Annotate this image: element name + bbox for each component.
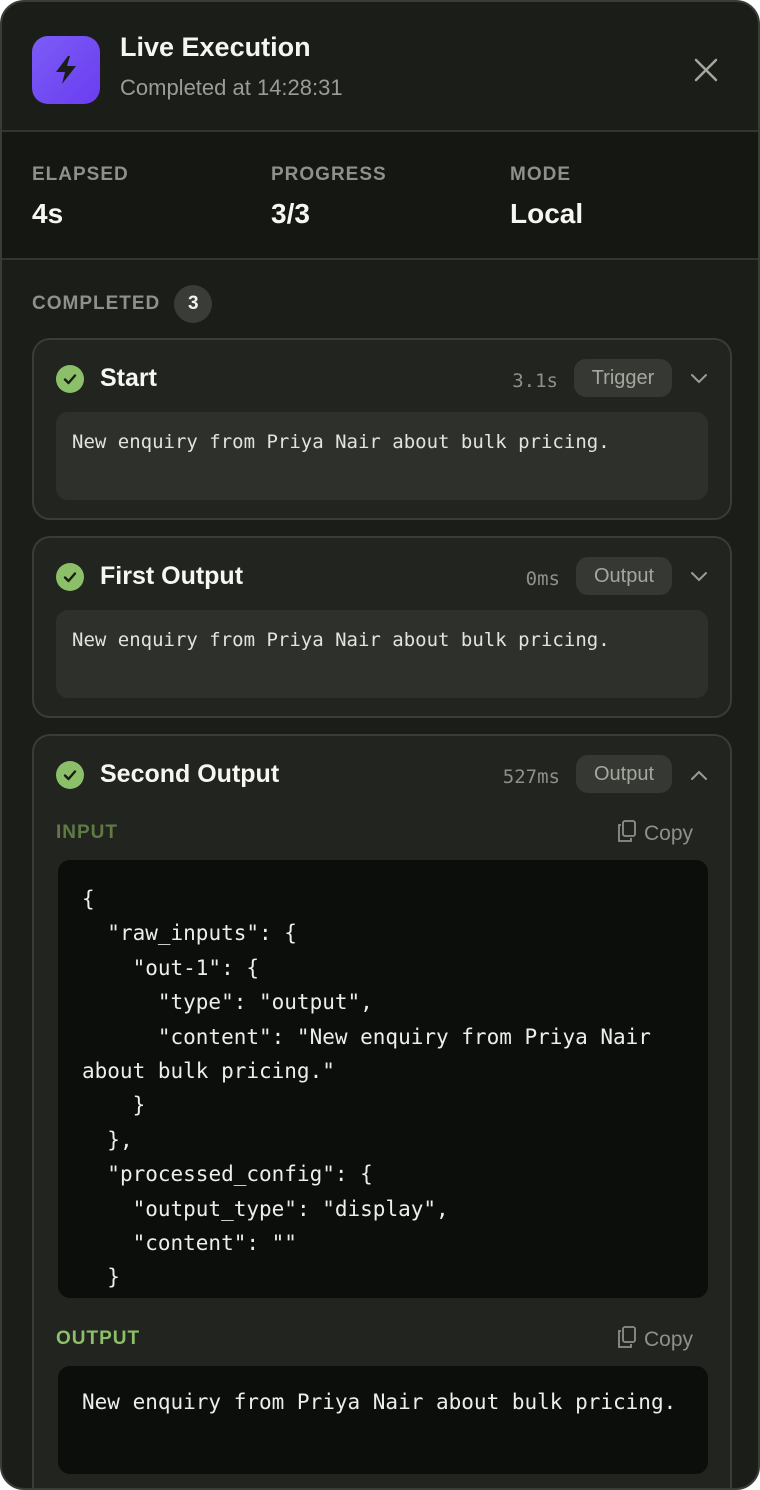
step-preview: New enquiry from Priya Nair about bulk p…	[56, 610, 708, 698]
chevron-down-icon[interactable]	[688, 368, 710, 390]
section-label: COMPLETED	[32, 293, 161, 314]
output-text-block: New enquiry from Priya Nair about bulk p…	[58, 1366, 708, 1474]
chevron-down-icon[interactable]	[688, 566, 710, 588]
completed-count-badge: 3	[174, 285, 213, 323]
copy-label: Copy	[644, 822, 694, 845]
step-duration: 3.1s	[512, 370, 558, 392]
step-preview: New enquiry from Priya Nair about bulk p…	[56, 412, 708, 500]
live-execution-panel: Live Execution Completed at 14:28:31 ELA…	[0, 0, 760, 1490]
check-circle-icon	[56, 761, 84, 789]
step-duration: 527ms	[502, 766, 560, 788]
close-icon[interactable]	[688, 52, 724, 88]
copy-output-button[interactable]: Copy	[618, 1326, 693, 1354]
step-title: Start	[100, 364, 157, 392]
lightning-bolt-icon	[32, 36, 100, 104]
step-card-header[interactable]: First Output 0ms Output	[34, 538, 730, 616]
stat-label: ELAPSED	[32, 164, 129, 185]
stat-label: PROGRESS	[271, 164, 387, 185]
stat-elapsed: ELAPSED 4s	[32, 164, 129, 230]
copy-input-button[interactable]: Copy	[618, 820, 693, 848]
step-card-header[interactable]: Start 3.1s Trigger	[34, 340, 730, 418]
step-type-badge: Output	[576, 755, 672, 793]
step-card-second-output[interactable]: Second Output 527ms Output INPUT Copy { …	[32, 734, 732, 1488]
step-duration: 0ms	[525, 568, 560, 590]
stat-mode: MODE Local	[510, 164, 583, 230]
completed-section-header: COMPLETED 3	[32, 285, 213, 323]
completion-time: Completed at 14:28:31	[120, 75, 343, 100]
stat-value: 3/3	[271, 198, 310, 229]
stat-label: MODE	[510, 164, 571, 185]
output-label: OUTPUT	[56, 1328, 141, 1349]
stat-value: Local	[510, 198, 584, 229]
step-card-header[interactable]: Second Output 527ms Output	[34, 736, 730, 814]
stat-value: 4s	[32, 198, 64, 229]
copy-label: Copy	[644, 1328, 694, 1351]
step-type-badge: Output	[576, 557, 672, 595]
copy-icon	[618, 1326, 636, 1354]
panel-title: Live Execution	[120, 32, 311, 62]
step-title: First Output	[100, 562, 244, 590]
step-card-first-output[interactable]: First Output 0ms Output New enquiry from…	[32, 536, 732, 718]
step-type-badge: Trigger	[574, 359, 672, 397]
step-title: Second Output	[100, 760, 280, 788]
check-circle-icon	[56, 563, 84, 591]
chevron-up-icon[interactable]	[688, 764, 710, 786]
stats-bar: ELAPSED 4s PROGRESS 3/3 MODE Local	[2, 132, 758, 260]
check-circle-icon	[56, 365, 84, 393]
panel-header: Live Execution Completed at 14:28:31	[2, 2, 758, 132]
stat-progress: PROGRESS 3/3	[271, 164, 387, 230]
input-label: INPUT	[56, 822, 118, 843]
input-json-block: { "raw_inputs": { "out-1": { "type": "ou…	[58, 860, 708, 1298]
copy-icon	[618, 820, 636, 848]
step-card-start[interactable]: Start 3.1s Trigger New enquiry from Priy…	[32, 338, 732, 520]
